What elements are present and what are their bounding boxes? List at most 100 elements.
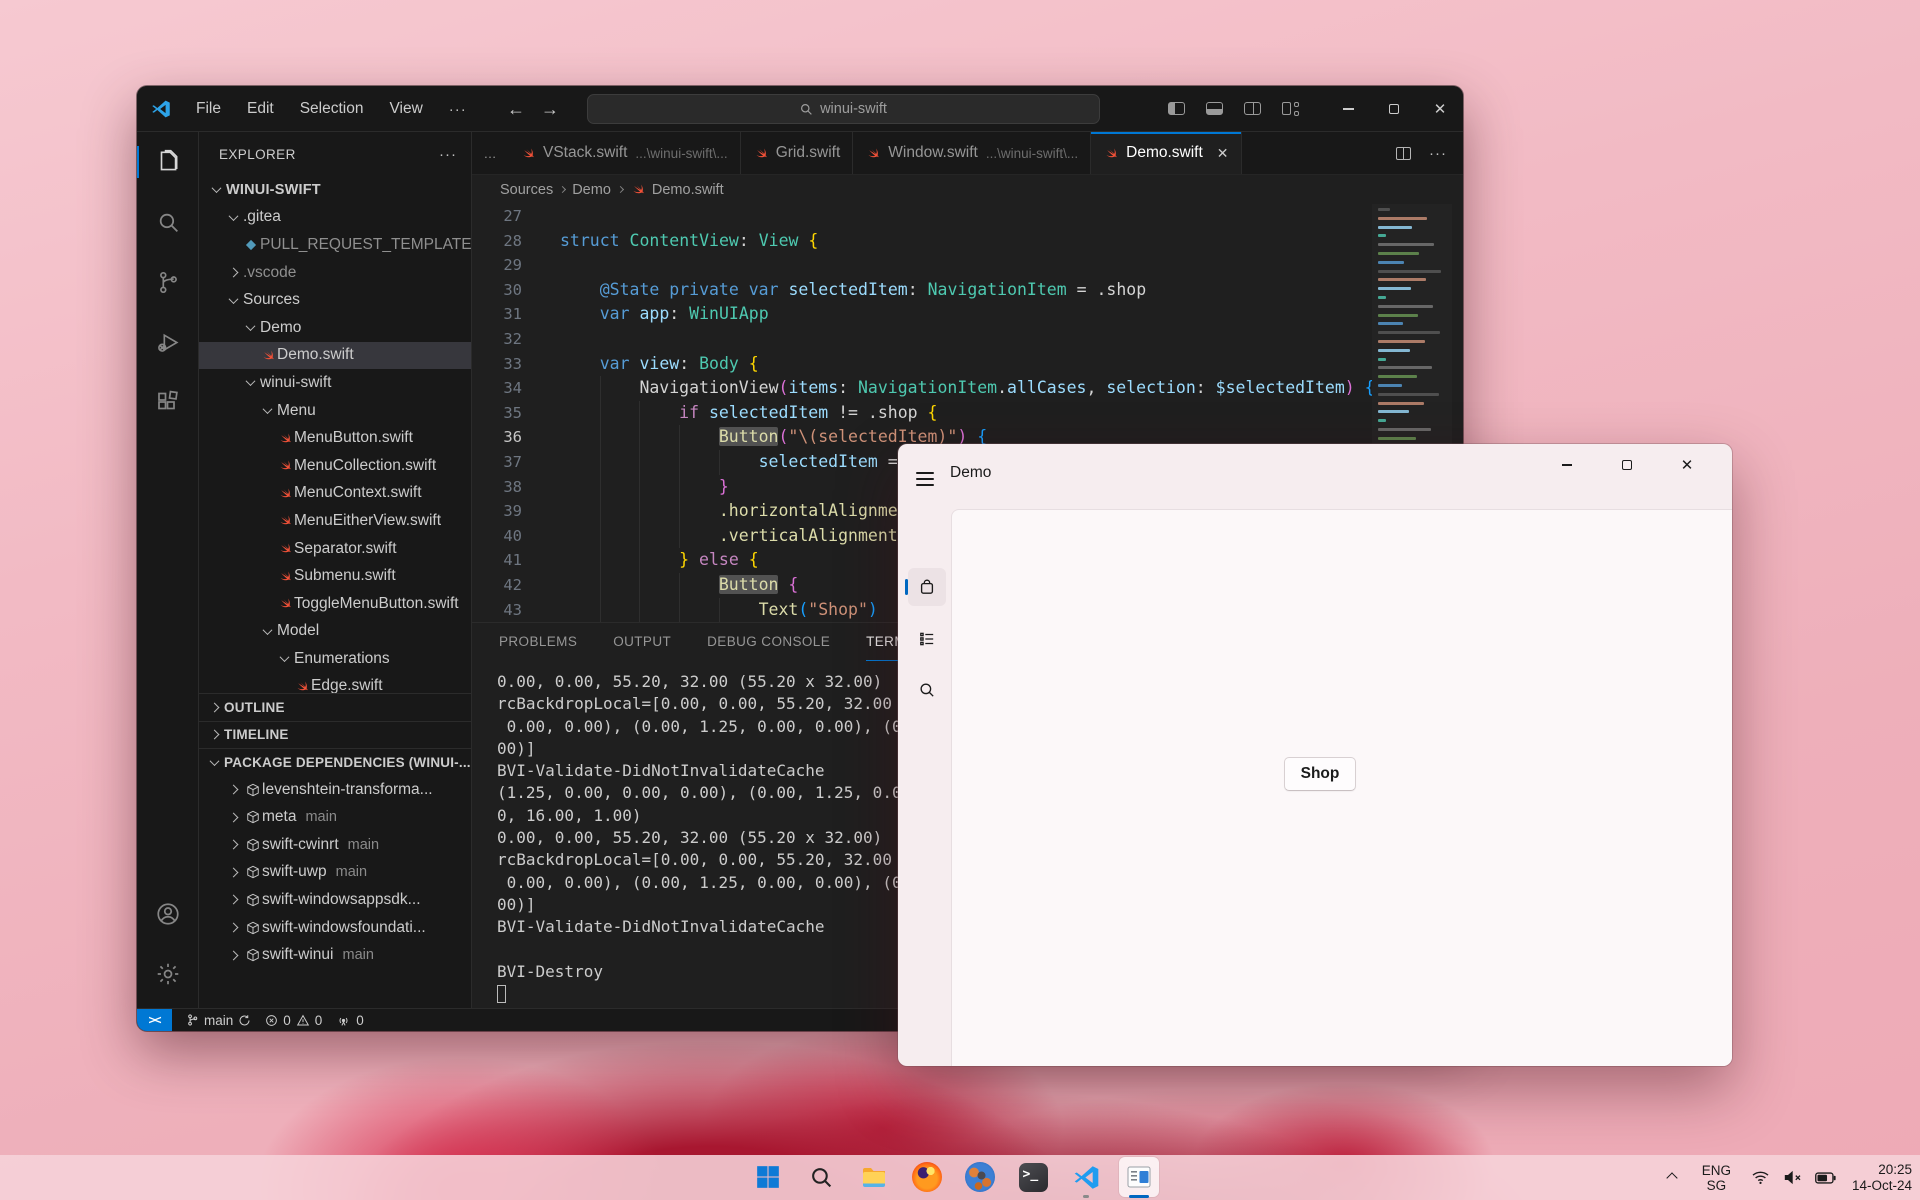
language-indicator[interactable]: ENG SG — [1702, 1163, 1731, 1193]
search-sidebar-icon[interactable] — [137, 192, 199, 252]
section-package-dependencies-winui-[interactable]: PACKAGE DEPENDENCIES (WINUI-... — [199, 748, 471, 776]
battery-icon[interactable] — [1815, 1171, 1836, 1184]
tree-item-model[interactable]: Model — [199, 618, 471, 646]
hamburger-menu-icon[interactable] — [916, 468, 934, 490]
package-swift-winui[interactable]: swift-winui main — [199, 941, 471, 969]
wifi-icon[interactable] — [1751, 1170, 1770, 1185]
forward-icon[interactable]: → — [541, 99, 559, 120]
tree-item-menucontext-swift[interactable]: MenuContext.swift — [199, 480, 471, 508]
demo-minimize-button[interactable] — [1550, 452, 1584, 478]
toggle-secondary-sidebar-icon[interactable] — [1244, 102, 1261, 115]
panel-tab-output[interactable]: OUTPUT — [613, 623, 671, 661]
tab-vstack-swift[interactable]: VStack.swift ...\winui-swift\... — [508, 132, 741, 174]
maximize-button[interactable] — [1371, 86, 1417, 132]
code-line-32[interactable]: 32 — [472, 327, 1463, 352]
tab-close-icon[interactable]: ✕ — [1217, 145, 1229, 162]
package-swift-windowsfoundati-[interactable]: swift-windowsfoundati... — [199, 914, 471, 942]
toggle-panel-icon[interactable] — [1206, 102, 1223, 115]
tree-item-demo[interactable]: Demo — [199, 314, 471, 342]
tab-overflow-indicator[interactable]: … — [472, 132, 508, 174]
explorer-icon[interactable] — [137, 132, 199, 192]
editor-more-icon[interactable]: ··· — [1429, 145, 1447, 162]
taskbar-search-button[interactable] — [801, 1157, 841, 1197]
toggle-sidebar-icon[interactable] — [1168, 102, 1185, 115]
tree-item-submenu-swift[interactable]: Submenu.swift — [199, 562, 471, 590]
start-button[interactable] — [748, 1157, 788, 1197]
extensions-icon[interactable] — [137, 372, 199, 432]
terminal-button[interactable]: >_ — [1013, 1157, 1053, 1197]
breadcrumb[interactable]: Sources Demo Demo.swift — [472, 175, 1463, 204]
minimize-button[interactable] — [1325, 86, 1371, 132]
code-line-29[interactable]: 29 — [472, 253, 1463, 278]
package-swift-uwp[interactable]: swift-uwp main — [199, 859, 471, 887]
back-icon[interactable]: ← — [507, 99, 525, 120]
tab-demo-swift[interactable]: Demo.swift ✕ — [1091, 132, 1242, 174]
explorer-more-icon[interactable]: ··· — [439, 146, 457, 163]
menu-edit[interactable]: Edit — [236, 96, 285, 122]
breadcrumb-item[interactable]: Demo.swift — [652, 182, 724, 198]
nav-item-list[interactable] — [908, 620, 946, 658]
tree-item-menu[interactable]: Menu — [199, 397, 471, 425]
taskbar-vscode-button[interactable] — [1066, 1157, 1106, 1198]
demo-maximize-button[interactable] — [1610, 452, 1644, 478]
command-center-search[interactable]: winui-swift — [587, 94, 1100, 124]
code-line-30[interactable]: 30 @State private var selectedItem: Navig… — [472, 278, 1463, 303]
taskbar-demo-app-button[interactable] — [1119, 1157, 1159, 1198]
code-line-31[interactable]: 31 var app: WinUIApp — [472, 302, 1463, 327]
tree-item-togglemenubutton-swift[interactable]: ToggleMenuButton.swift — [199, 590, 471, 618]
breadcrumb-item[interactable]: Demo — [572, 182, 611, 198]
panel-tab-debug-console[interactable]: DEBUG CONSOLE — [707, 623, 830, 661]
shop-button[interactable]: Shop — [1284, 757, 1356, 791]
nav-search-item[interactable] — [908, 671, 946, 709]
code-line-33[interactable]: 33 var view: Body { — [472, 352, 1463, 377]
tab-window-swift[interactable]: Window.swift ...\winui-swift\... — [853, 132, 1092, 174]
package-meta[interactable]: meta main — [199, 803, 471, 831]
package-swift-windowsappsdk-[interactable]: swift-windowsappsdk... — [199, 886, 471, 914]
close-button[interactable]: ✕ — [1417, 86, 1463, 132]
tree-item-winui-swift[interactable]: WINUI-SWIFT — [199, 176, 471, 204]
code-line-27[interactable]: 27 — [472, 204, 1463, 229]
menu-more-icon[interactable]: ··· — [438, 97, 478, 122]
tree-item--vscode[interactable]: .vscode — [199, 259, 471, 287]
browser-globe-button[interactable] — [960, 1157, 1000, 1197]
menu-file[interactable]: File — [185, 96, 232, 122]
clock[interactable]: 20:25 14-Oct-24 — [1852, 1162, 1912, 1194]
menu-view[interactable]: View — [378, 96, 433, 122]
tree-item-enumerations[interactable]: Enumerations — [199, 645, 471, 673]
section-outline[interactable]: OUTLINE — [199, 693, 471, 721]
tree-item-pull_request_template-[interactable]: PULL_REQUEST_TEMPLATE.... — [199, 231, 471, 259]
tree-item--gitea[interactable]: .gitea — [199, 204, 471, 232]
menu-selection[interactable]: Selection — [289, 96, 375, 122]
tree-item-menucollection-swift[interactable]: MenuCollection.swift — [199, 452, 471, 480]
tree-item-sources[interactable]: Sources — [199, 286, 471, 314]
tree-item-separator-swift[interactable]: Separator.swift — [199, 535, 471, 563]
tab-grid-swift[interactable]: Grid.swift — [740, 132, 854, 174]
ports-indicator[interactable]: 0 — [336, 1013, 364, 1028]
file-explorer-button[interactable] — [854, 1157, 894, 1197]
tree-item-edge-swift[interactable]: Edge.swift — [199, 673, 471, 693]
panel-tab-problems[interactable]: PROBLEMS — [499, 623, 577, 661]
tree-item-menueitherview-swift[interactable]: MenuEitherView.swift — [199, 507, 471, 535]
customize-layout-icon[interactable] — [1282, 102, 1299, 116]
branch-indicator[interactable]: main — [186, 1013, 251, 1028]
source-control-icon[interactable] — [137, 252, 199, 312]
remote-indicator[interactable]: >< — [137, 1008, 172, 1031]
tree-item-winui-swift[interactable]: winui-swift — [199, 369, 471, 397]
settings-gear-icon[interactable] — [137, 944, 199, 1004]
code-line-28[interactable]: 28 struct ContentView: View { — [472, 229, 1463, 254]
code-line-34[interactable]: 34 NavigationView(items: NavigationItem.a… — [472, 376, 1463, 401]
tree-item-menubutton-swift[interactable]: MenuButton.swift — [199, 424, 471, 452]
run-debug-icon[interactable] — [137, 312, 199, 372]
code-line-35[interactable]: 35 if selectedItem != .shop { — [472, 400, 1463, 426]
demo-close-button[interactable]: ✕ — [1670, 452, 1704, 478]
breadcrumb-item[interactable]: Sources — [500, 182, 553, 198]
volume-muted-icon[interactable] — [1783, 1170, 1802, 1185]
split-editor-icon[interactable] — [1396, 146, 1411, 160]
problems-indicator[interactable]: 0 0 — [265, 1013, 322, 1028]
tree-item-demo-swift[interactable]: Demo.swift — [199, 341, 471, 370]
hidden-icons-chevron[interactable] — [1666, 1171, 1678, 1184]
package-levenshtein-transforma-[interactable]: levenshtein-transforma... — [199, 776, 471, 804]
firefox-button[interactable] — [907, 1157, 947, 1197]
section-timeline[interactable]: TIMELINE — [199, 720, 471, 749]
package-swift-cwinrt[interactable]: swift-cwinrt main — [199, 831, 471, 859]
